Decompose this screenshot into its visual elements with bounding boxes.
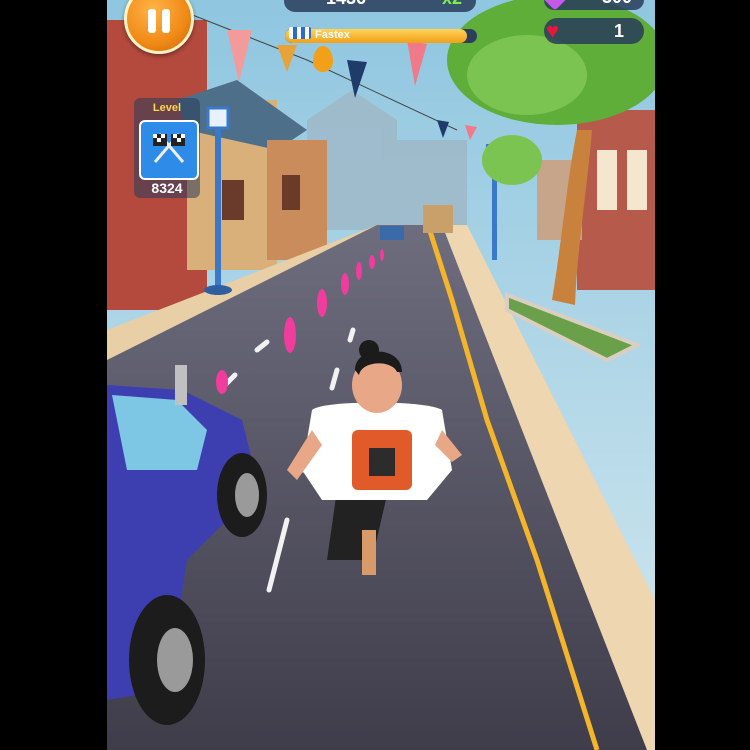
distant-car (380, 226, 404, 240)
gem-value: 300 (602, 0, 632, 8)
level-value: 8324 (151, 180, 183, 196)
score-counter: 1436 x2 (284, 0, 476, 12)
pause-icon (148, 9, 170, 33)
heart-icon: ♥ (546, 18, 560, 43)
multiplier-value: x2 (442, 0, 462, 9)
game-viewport: 1436 x2 300 ♥ 1 Fastex Level (107, 0, 655, 750)
gem-counter: 300 (539, 0, 644, 11)
lives-counter: ♥ 1 (544, 18, 644, 44)
distant-truck (423, 205, 453, 233)
powerup-label: Fastex (315, 29, 350, 41)
drop-icon (313, 46, 333, 72)
powerup-fill (285, 29, 468, 43)
powerup-track (285, 29, 477, 43)
level-panel: Level 8324 (134, 98, 200, 198)
checkered-powerup-icon (289, 27, 311, 39)
lives-value: 1 (613, 21, 624, 41)
level-flag-box (139, 120, 199, 180)
level-label: Level (152, 102, 182, 114)
score-value: 1436 (326, 0, 366, 9)
checkered-flags-icon (153, 133, 185, 163)
powerup-bar: Fastex (285, 26, 477, 46)
